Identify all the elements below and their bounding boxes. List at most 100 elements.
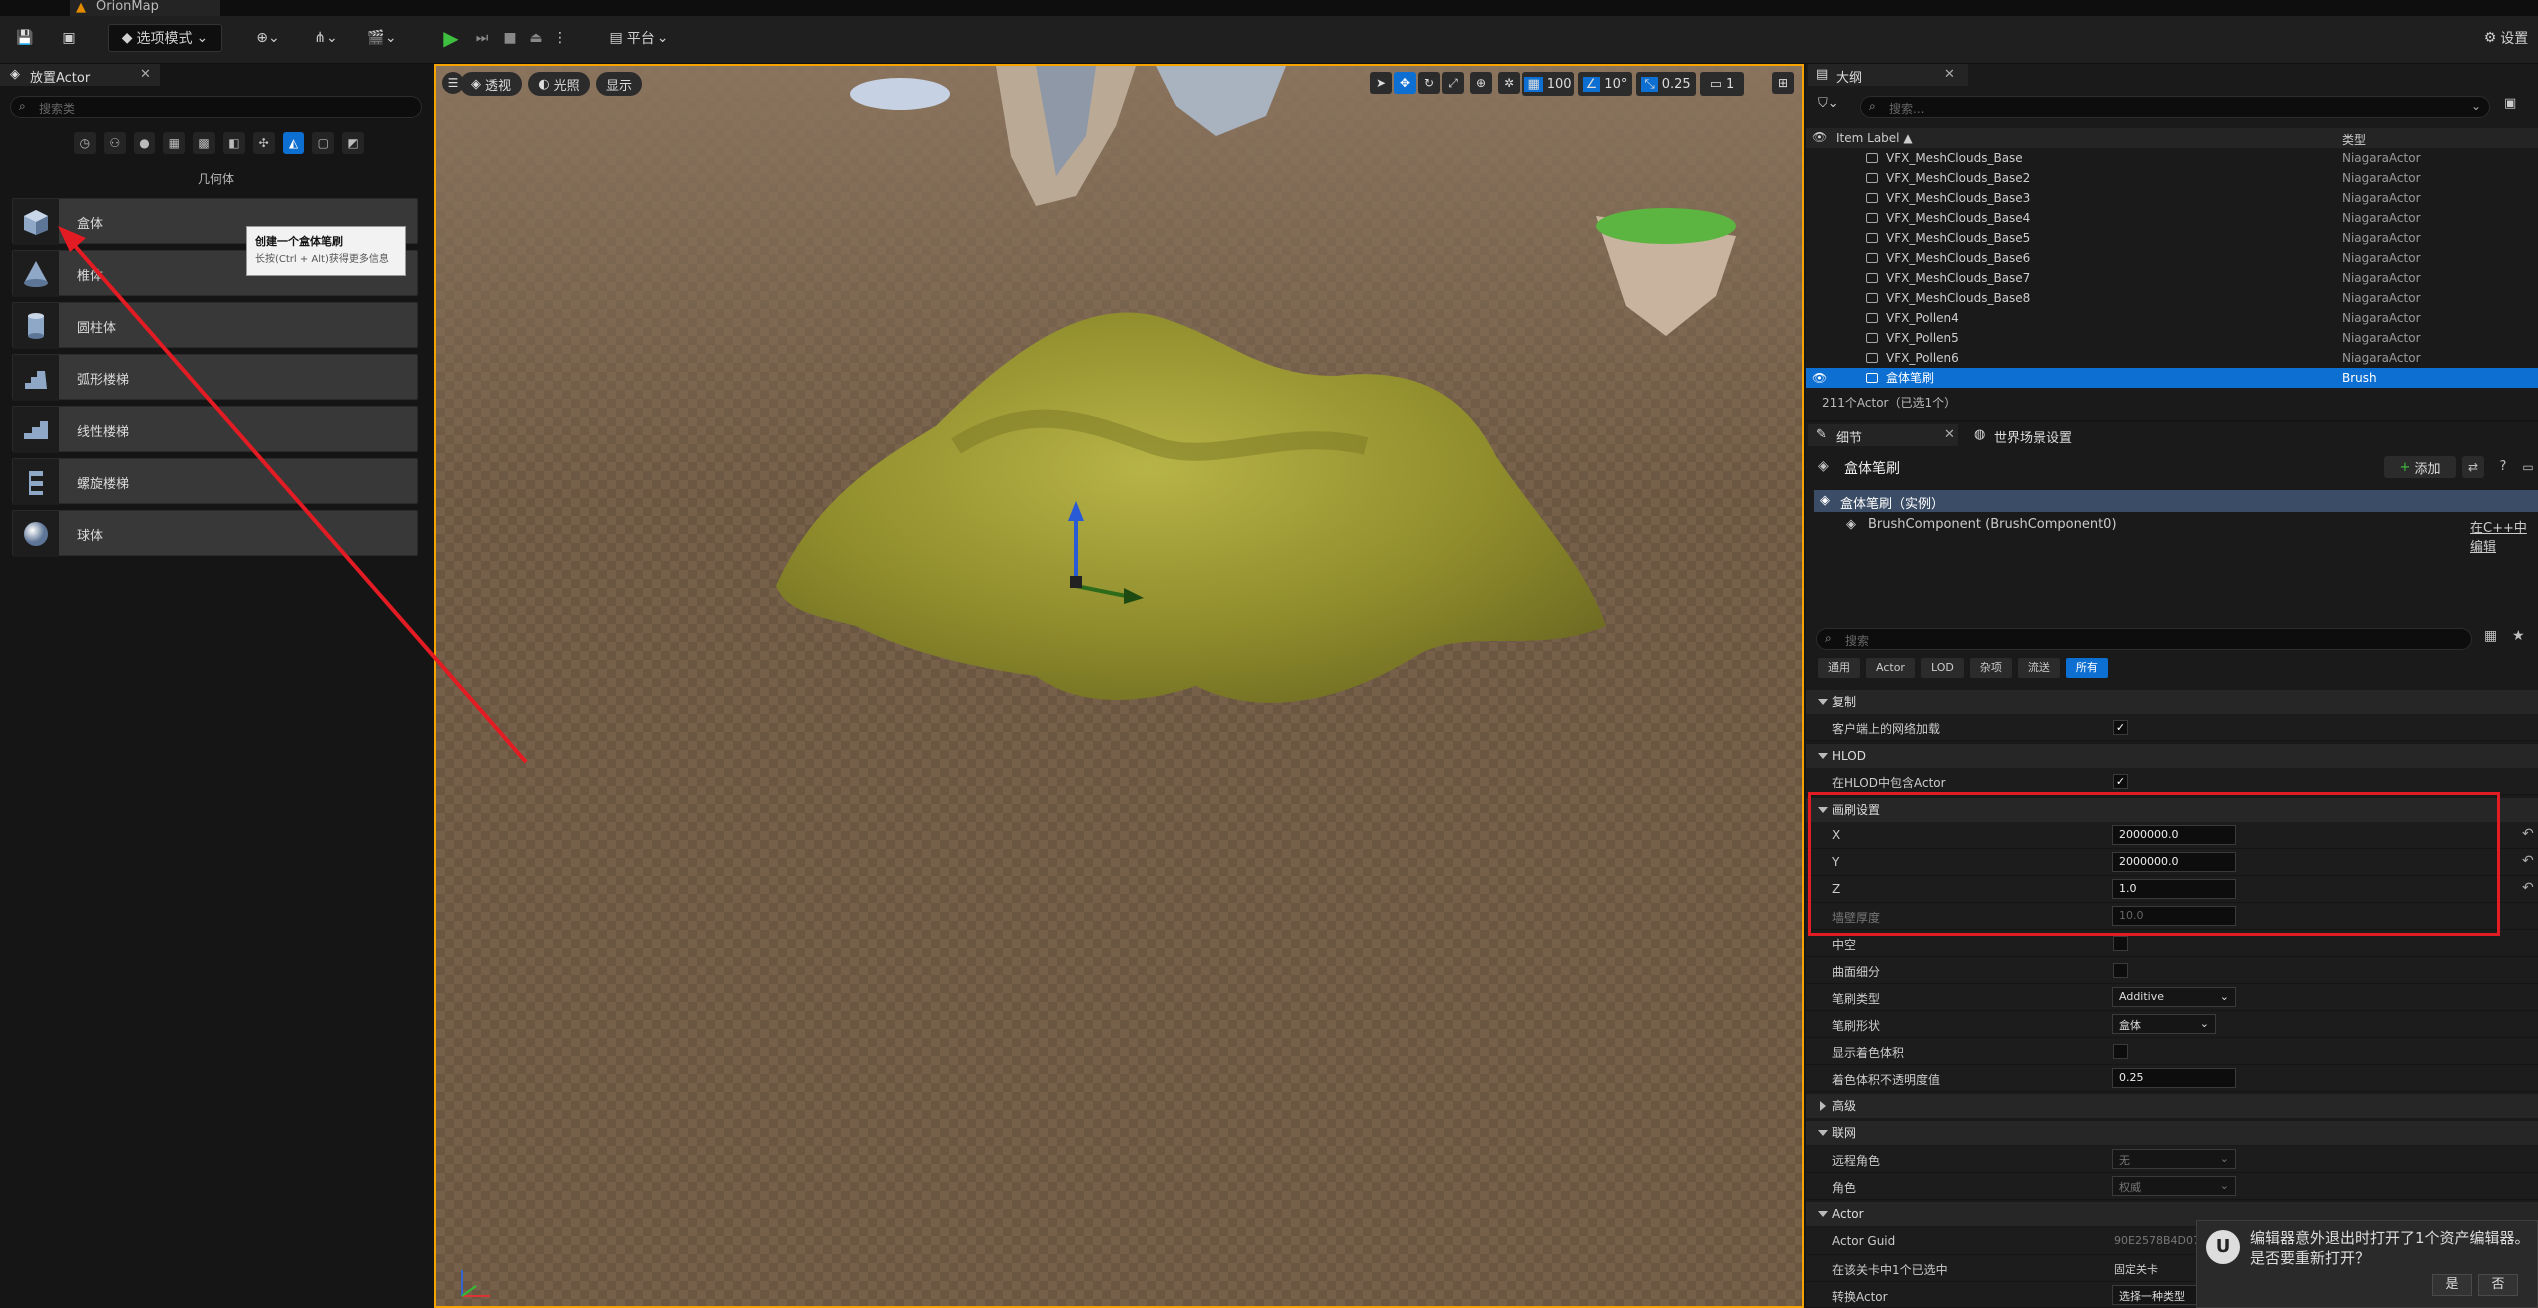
table-row[interactable]: VFX_Pollen6 NiagaraActor bbox=[1806, 348, 2538, 368]
reset-icon[interactable]: ↶ bbox=[2522, 826, 2534, 842]
geometry-icon[interactable]: ◭ bbox=[282, 132, 305, 154]
filter-tab[interactable]: 通用 bbox=[1818, 658, 1860, 678]
star-icon[interactable]: ★ bbox=[2512, 628, 2525, 644]
extra-icon[interactable]: ◩ bbox=[342, 132, 364, 154]
column-item-label[interactable]: Item Label ▲ bbox=[1836, 131, 1913, 145]
checkbox-checked[interactable]: ✓ bbox=[2113, 720, 2128, 735]
role-select[interactable]: 权威 ⌄ bbox=[2112, 1176, 2236, 1196]
edit-in-cpp-link[interactable]: 在C++中编辑 bbox=[2470, 517, 2538, 555]
section-hlod[interactable]: HLOD bbox=[1806, 744, 2538, 768]
shapes-icon[interactable]: ▢ bbox=[312, 132, 335, 154]
angle-snap-button[interactable]: ∠ 10° bbox=[1578, 72, 1632, 96]
camera-speed-button[interactable]: ▭ 1 bbox=[1700, 72, 1744, 96]
cinematics-icon[interactable]: 🎬⌄ bbox=[362, 24, 402, 52]
yes-button[interactable]: 是 bbox=[2432, 1274, 2472, 1296]
translate-icon[interactable]: ✥ bbox=[1394, 72, 1416, 94]
table-row[interactable]: VFX_Pollen5 NiagaraActor bbox=[1806, 328, 2538, 348]
rotate-icon[interactable]: ↻ bbox=[1418, 72, 1440, 94]
world-coordinates-icon[interactable]: ⊕ bbox=[1470, 72, 1492, 94]
volume-opacity-input[interactable]: 0.25 bbox=[2112, 1068, 2236, 1088]
save-icon[interactable]: 💾 bbox=[12, 24, 38, 52]
surface-snap-icon[interactable]: ✲ bbox=[1498, 72, 1520, 94]
layout-icon[interactable]: ⊞ bbox=[1772, 72, 1794, 94]
visibility-icon[interactable]: 👁 bbox=[1812, 368, 1827, 388]
tab-place-actor[interactable]: ◈ 放置Actor ✕ bbox=[0, 64, 160, 86]
stop-icon[interactable]: ■ bbox=[498, 24, 522, 52]
lock-icon[interactable]: ▭ bbox=[2518, 456, 2538, 478]
table-row[interactable]: VFX_Pollen4 NiagaraActor bbox=[1806, 308, 2538, 328]
list-item-linear-stair[interactable]: 线性楼梯 bbox=[12, 406, 418, 453]
scale-icon[interactable]: ⤢ bbox=[1442, 72, 1464, 94]
table-row[interactable]: VFX_MeshClouds_Base6 NiagaraActor bbox=[1806, 248, 2538, 268]
tab-details[interactable]: ✎ 细节 ✕ bbox=[1808, 424, 1958, 446]
table-row[interactable]: VFX_MeshClouds_Base2 NiagaraActor bbox=[1806, 168, 2538, 188]
eject-icon[interactable]: ⏏ bbox=[524, 24, 548, 52]
help-icon[interactable]: ? bbox=[2492, 456, 2514, 478]
filter-tab-all[interactable]: 所有 bbox=[2065, 658, 2108, 678]
table-row[interactable]: VFX_MeshClouds_Base5 NiagaraActor bbox=[1806, 228, 2538, 248]
place-actor-search-input[interactable]: ⌕ 搜索类 bbox=[10, 96, 422, 118]
grid-snap-button[interactable]: ▦ 100 bbox=[1522, 72, 1574, 96]
play-icon[interactable]: ▶ bbox=[436, 24, 466, 52]
blueprint-convert-icon[interactable]: ⇄ bbox=[2462, 456, 2484, 478]
level-viewport[interactable]: ☰ ◈ 透视 ◐ 光照 显示 ➤ ✥ ↻ ⤢ ⊕ ✲ ▦ 100 ∠ 10° ⤡ 0.25… bbox=[434, 64, 1804, 1308]
add-component-button[interactable]: + 添加 bbox=[2384, 456, 2456, 478]
settings-button[interactable]: ⚙ 设置 bbox=[2474, 24, 2538, 52]
platform-button[interactable]: ▤ 平台 ⌄ bbox=[602, 24, 676, 52]
table-row-selected[interactable]: 👁 盒体笔刷 Brush bbox=[1806, 368, 2538, 388]
lit-button[interactable]: ◐ 光照 bbox=[528, 72, 590, 96]
checkbox-unchecked[interactable] bbox=[2113, 1044, 2128, 1059]
section-network[interactable]: 联网 bbox=[1806, 1121, 2538, 1145]
show-button[interactable]: 显示 bbox=[596, 72, 642, 96]
table-row[interactable]: VFX_MeshClouds_Base NiagaraActor bbox=[1806, 148, 2538, 168]
visual-effects-icon[interactable]: ▩ bbox=[193, 132, 215, 154]
filter-tab[interactable]: 杂项 bbox=[1969, 658, 2012, 678]
mode-select-button[interactable]: ◆ 选项模式 ⌄ bbox=[108, 24, 222, 52]
filter-tab[interactable]: Actor bbox=[1866, 658, 1915, 678]
content-browser-icon[interactable]: ▣ bbox=[56, 24, 82, 52]
basic-icon[interactable]: ⚇ bbox=[103, 132, 126, 154]
checkbox-checked[interactable]: ✓ bbox=[2113, 774, 2128, 789]
brush-shape-select[interactable]: 盒体 ⌄ bbox=[2112, 1014, 2216, 1034]
tab-outliner[interactable]: ▤ 大纲 ✕ bbox=[1808, 64, 1968, 86]
details-search-input[interactable]: ⌕ 搜索 bbox=[1816, 628, 2472, 650]
volumes-icon[interactable]: ◧ bbox=[222, 132, 245, 154]
filter-tab[interactable]: LOD bbox=[1920, 658, 1964, 678]
component-self[interactable]: ◈ 盒体笔刷（实例） bbox=[1814, 490, 2538, 512]
select-mode-icon[interactable]: ➤ bbox=[1370, 72, 1392, 94]
step-icon[interactable]: ⏭ bbox=[470, 24, 494, 52]
convert-actor-select[interactable]: 选择一种类型 bbox=[2112, 1285, 2202, 1305]
reset-icon[interactable]: ↶ bbox=[2522, 880, 2534, 896]
cinematic-icon[interactable]: ▦ bbox=[163, 132, 186, 154]
section-advanced[interactable]: 高级 bbox=[1806, 1094, 2538, 1118]
checkbox-unchecked[interactable] bbox=[2113, 936, 2128, 951]
column-type[interactable]: 类型 bbox=[2342, 131, 2366, 148]
table-view-icon[interactable]: ▦ bbox=[2484, 628, 2497, 644]
list-item-cylinder[interactable]: 圆柱体 bbox=[12, 302, 418, 349]
outliner-search-input[interactable]: ⌕ 搜索... ⌄ bbox=[1860, 96, 2490, 118]
visibility-icon[interactable]: 👁 bbox=[1812, 130, 1827, 144]
table-row[interactable]: VFX_MeshClouds_Base4 NiagaraActor bbox=[1806, 208, 2538, 228]
perspective-button[interactable]: ◈ 透视 bbox=[460, 72, 522, 96]
no-button[interactable]: 否 bbox=[2478, 1274, 2518, 1296]
brush-type-select[interactable]: Additive ⌄ bbox=[2112, 987, 2236, 1007]
checkbox-unchecked[interactable] bbox=[2113, 963, 2128, 978]
close-icon[interactable]: ✕ bbox=[140, 67, 151, 82]
table-row[interactable]: VFX_MeshClouds_Base3 NiagaraActor bbox=[1806, 188, 2538, 208]
remote-role-select[interactable]: 无 ⌄ bbox=[2112, 1149, 2236, 1169]
component-brush[interactable]: ◈ BrushComponent (BrushComponent0) bbox=[1814, 514, 2538, 536]
add-actor-icon[interactable]: ⊕⌄ bbox=[248, 24, 288, 52]
all-classes-icon[interactable]: ✣ bbox=[252, 132, 275, 154]
close-icon[interactable]: ✕ bbox=[1944, 67, 1955, 82]
blueprint-icon[interactable]: ⋔⌄ bbox=[306, 24, 346, 52]
play-options-icon[interactable]: ⋮ bbox=[552, 24, 568, 52]
list-item-spiral-stair[interactable]: 螺旋楼梯 bbox=[12, 458, 418, 505]
list-item-sphere[interactable]: 球体 bbox=[12, 510, 418, 557]
section-replication[interactable]: 复制 bbox=[1806, 690, 2538, 714]
scale-snap-button[interactable]: ⤡ 0.25 bbox=[1636, 72, 1696, 96]
filter-tab[interactable]: 流送 bbox=[2017, 658, 2060, 678]
lights-icon[interactable]: ● bbox=[133, 132, 156, 154]
table-row[interactable]: VFX_MeshClouds_Base8 NiagaraActor bbox=[1806, 288, 2538, 308]
reset-icon[interactable]: ↶ bbox=[2522, 853, 2534, 869]
list-item-curved-stair[interactable]: 弧形楼梯 bbox=[12, 354, 418, 401]
